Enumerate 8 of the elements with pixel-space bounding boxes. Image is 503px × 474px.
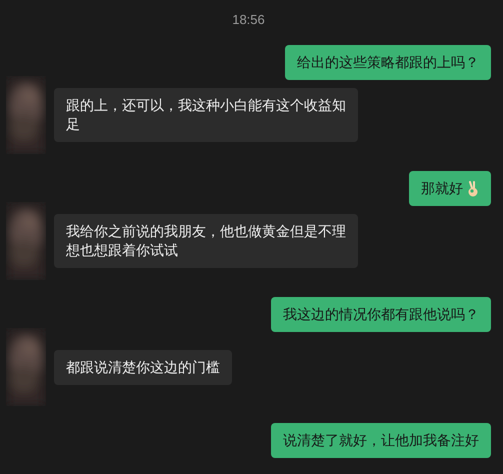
received-message: 跟的上，还可以，我这种小白能有这个收益知足 <box>54 88 358 142</box>
message-text: 那就好 <box>421 180 463 196</box>
sent-message: 我这边的情况你都有跟他说吗？ <box>271 297 491 332</box>
sent-message: 给出的这些策略都跟的上吗？ <box>285 45 491 80</box>
timestamp: 18:56 <box>232 12 265 28</box>
sent-message: 说清楚了就好，让他加我备注好 <box>271 423 491 458</box>
received-message: 我给你之前说的我朋友，他也做黄金但是不理想也想跟着你试试 <box>54 214 358 268</box>
received-message: 都跟说清楚你这边的门槛 <box>54 350 232 384</box>
